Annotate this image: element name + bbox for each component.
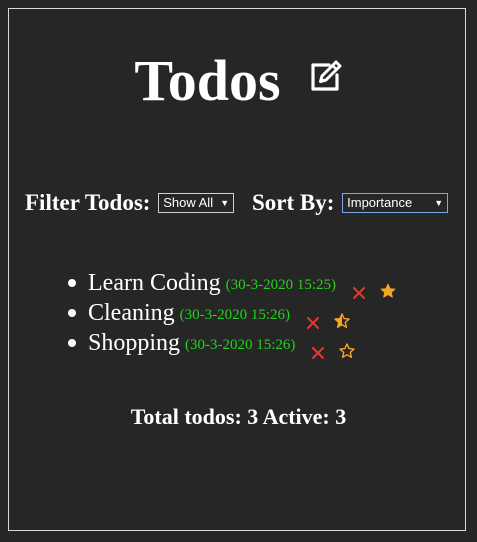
edit-icon[interactable] [307,59,343,95]
todo-text[interactable]: Shopping [88,328,180,358]
todo-timestamp: (30-3-2020 15:26) [185,337,296,353]
star-half-icon[interactable] [334,307,350,328]
bullet [68,279,76,287]
chevron-down-icon: ▼ [434,197,444,208]
chevron-down-icon: ▼ [220,197,230,208]
page-title: Todos [134,48,281,113]
filter-label: Filter Todos: [25,189,151,215]
todo-timestamp: (30-3-2020 15:26) [179,307,291,323]
sort-selected-value: Importance [347,194,413,210]
todo-text[interactable]: Learn Coding [88,268,221,298]
todo-item: Shopping (30-3-2020 15:26) [62,328,396,359]
todo-item: Learn Coding (30-3-2020 15:25) [62,268,396,299]
delete-icon[interactable] [306,308,320,329]
sort-select[interactable]: Importance ▼ [342,192,449,213]
delete-icon[interactable] [311,338,325,359]
controls-bar: Filter Todos: Show All ▼ Sort By: Import… [25,186,449,218]
bullet [68,339,76,347]
sort-label: Sort By: [251,189,335,215]
filter-select[interactable]: Show All ▼ [158,192,235,213]
todo-item: Cleaning (30-3-2020 15:26) [62,298,396,329]
bullet [68,309,76,317]
todo-text[interactable]: Cleaning [88,298,175,328]
todo-timestamp: (30-3-2020 15:25) [225,277,337,293]
delete-icon[interactable] [352,278,366,299]
star-empty-icon[interactable] [339,337,356,358]
header: Todos [0,46,477,116]
star-full-icon[interactable] [380,277,396,298]
filter-selected-value: Show All [163,194,214,210]
todo-list: Learn Coding (30-3-2020 15:25) Cleaning … [62,268,396,359]
todo-summary: Total todos: 3 Active: 3 [130,404,347,429]
